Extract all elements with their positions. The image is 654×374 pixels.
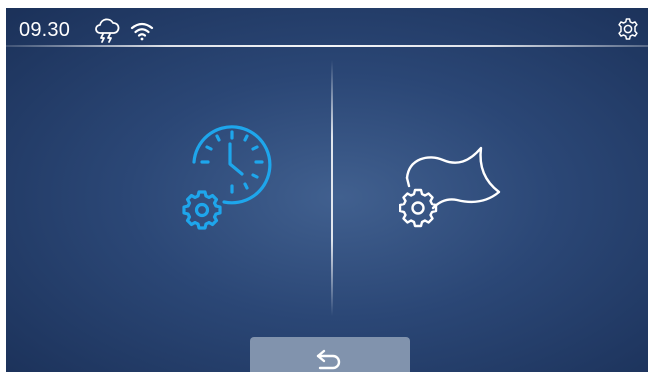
- return-arrow-icon: [314, 347, 344, 372]
- wifi-icon: [130, 21, 154, 41]
- schedule-settings-tile[interactable]: [6, 48, 331, 328]
- settings-gear-icon[interactable]: [616, 17, 640, 41]
- back-button[interactable]: [250, 337, 410, 372]
- status-bar-separator: [6, 45, 648, 47]
- status-bar: 09.30: [6, 8, 648, 48]
- shape-settings-tile[interactable]: [333, 48, 648, 328]
- clock-time: 09.30: [19, 19, 71, 41]
- flag-gear-icon: [399, 144, 509, 232]
- device-screen: 09.30: [6, 8, 648, 372]
- clock-gear-icon: [180, 100, 272, 232]
- weather-storm-icon: [94, 16, 120, 44]
